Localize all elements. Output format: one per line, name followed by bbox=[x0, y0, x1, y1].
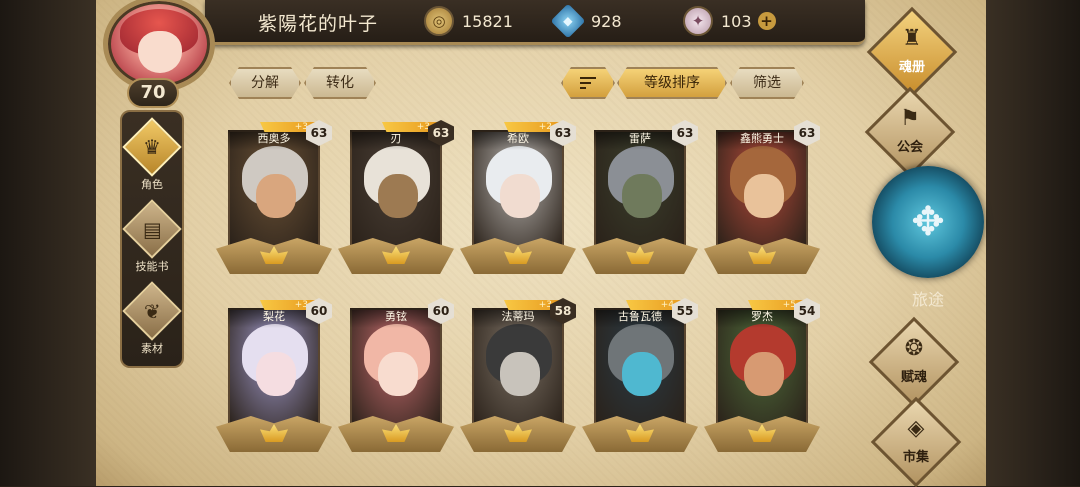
crystal-value: 103 bbox=[721, 11, 752, 31]
hero-face bbox=[378, 174, 418, 218]
journey-button[interactable]: ✥ 旅途 bbox=[872, 166, 984, 309]
nav-label: 市集 bbox=[902, 450, 929, 465]
nav-diamond-frame bbox=[868, 316, 960, 408]
player-name: 紫陽花的叶子 bbox=[258, 13, 379, 35]
sidebar-item-label: 角色 bbox=[141, 178, 163, 191]
helmet-icon: ♜ bbox=[902, 26, 922, 51]
crown-crest-icon bbox=[260, 246, 288, 264]
hero-face bbox=[622, 352, 662, 396]
helmet-icon: ♛ bbox=[122, 117, 182, 177]
hero-card[interactable]: 罗杰 +5 54 bbox=[704, 298, 820, 452]
compass-emblem-icon: ✥ bbox=[911, 199, 945, 245]
sidebar-item-label: 素材 bbox=[141, 342, 163, 355]
swirl-icon: ❂ bbox=[904, 336, 924, 361]
hero-face bbox=[500, 174, 540, 218]
hero-face bbox=[744, 174, 784, 218]
hero-card[interactable]: 古鲁瓦德 +4 55 bbox=[582, 298, 698, 452]
convert-button[interactable]: 转化 bbox=[304, 67, 376, 99]
blue-gem-icon: ◆ bbox=[550, 3, 586, 39]
crown-crest-icon bbox=[260, 424, 288, 442]
gold-resource: ◎ 15821 bbox=[424, 5, 513, 37]
hero-card[interactable]: 鑫熊勇士 63 bbox=[704, 120, 820, 274]
hero-face bbox=[500, 352, 540, 396]
gold-coin-icon: ◎ bbox=[424, 6, 454, 36]
gem-resource: ◆ 928 bbox=[550, 3, 622, 39]
hero-face bbox=[744, 352, 784, 396]
hero-face bbox=[256, 174, 296, 218]
sidebar-item-label: 技能书 bbox=[135, 260, 169, 273]
hero-face bbox=[256, 352, 296, 396]
crystal-icon: ✦ bbox=[683, 6, 713, 36]
hero-face bbox=[622, 174, 662, 218]
nav-soul-book[interactable]: ♜ 魂册 bbox=[866, 6, 958, 98]
crown-crest-icon bbox=[382, 424, 410, 442]
player-level-badge: 70 bbox=[127, 78, 179, 108]
avatar-face bbox=[138, 31, 182, 73]
nav-diamond-frame bbox=[864, 86, 956, 178]
hero-card[interactable]: 西奥多 +3 63 bbox=[216, 120, 332, 274]
nav-soul-infuse[interactable]: ❂ 赋魂 bbox=[868, 316, 960, 408]
filter-button[interactable]: 筛选 bbox=[730, 67, 804, 99]
sort-order-button[interactable] bbox=[561, 67, 615, 99]
crown-crest-icon bbox=[382, 246, 410, 264]
guild-emblem-icon: ⚑ bbox=[900, 106, 920, 131]
hero-card[interactable]: 雷萨 63 bbox=[582, 120, 698, 274]
add-crystal-button[interactable]: + bbox=[757, 12, 776, 30]
nav-label: 魂册 bbox=[898, 60, 925, 75]
level-sort-button[interactable]: 等级排序 bbox=[617, 67, 727, 99]
gem-value: 928 bbox=[591, 11, 622, 31]
sidebar-item-materials[interactable]: ❦ 素材 bbox=[122, 281, 182, 356]
crown-crest-icon bbox=[504, 424, 532, 442]
nav-diamond-frame bbox=[870, 396, 962, 487]
category-sidebar: ♛ 角色 ▤ 技能书 ❦ 素材 bbox=[120, 110, 184, 368]
nav-diamond-frame bbox=[866, 6, 958, 98]
hero-card[interactable]: 刃 +3 63 bbox=[338, 120, 454, 274]
hero-card[interactable]: 法蒂玛 +3 58 bbox=[460, 298, 576, 452]
crown-crest-icon bbox=[748, 424, 776, 442]
journey-label: 旅途 bbox=[911, 290, 944, 309]
nav-label: 赋魂 bbox=[900, 370, 927, 385]
crown-crest-icon bbox=[504, 246, 532, 264]
right-frame bbox=[984, 0, 1080, 486]
nav-label: 公会 bbox=[896, 140, 923, 155]
left-frame bbox=[0, 0, 96, 486]
book-icon: ▤ bbox=[122, 199, 182, 259]
crown-crest-icon bbox=[748, 246, 776, 264]
nav-guild[interactable]: ⚑ 公会 bbox=[864, 86, 956, 178]
hero-card[interactable]: 希欧 +2 63 bbox=[460, 120, 576, 274]
hero-card[interactable]: 梨花 +3 60 bbox=[216, 298, 332, 452]
sort-icon bbox=[580, 74, 596, 92]
decompose-button[interactable]: 分解 bbox=[229, 67, 301, 99]
gem-market-icon: ◈ bbox=[907, 416, 925, 441]
gold-value: 15821 bbox=[462, 11, 513, 31]
sidebar-item-skillbooks[interactable]: ▤ 技能书 bbox=[122, 199, 182, 274]
nav-market[interactable]: ◈ 市集 bbox=[870, 396, 962, 487]
crown-crest-icon bbox=[626, 424, 654, 442]
crystal-resource: ✦ 103 + bbox=[683, 5, 776, 37]
hero-face bbox=[378, 352, 418, 396]
material-icon: ❦ bbox=[122, 281, 182, 341]
crown-crest-icon bbox=[626, 246, 654, 264]
sidebar-item-characters[interactable]: ♛ 角色 bbox=[122, 117, 182, 192]
hero-card[interactable]: 勇铉 60 bbox=[338, 298, 454, 452]
